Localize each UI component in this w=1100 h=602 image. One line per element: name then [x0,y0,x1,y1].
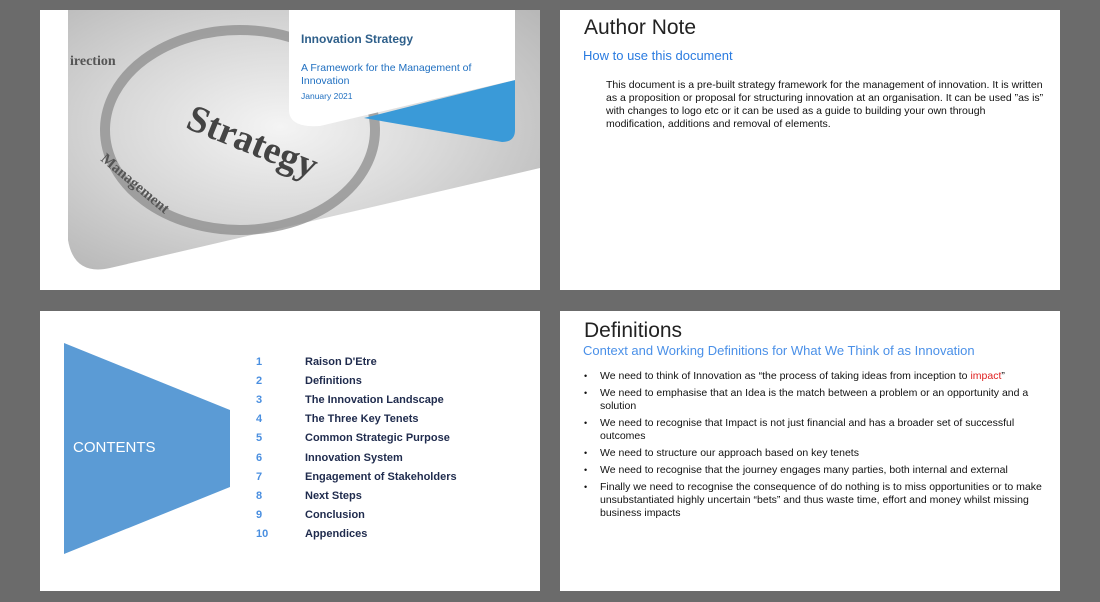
magnifying-glass-photo: Strategy irection Management [68,10,540,270]
contents-number: 4 [256,413,263,426]
bullet-item: We need to emphasise that an Idea is the… [582,387,1042,413]
bullet-list: We need to think of Innovation as “the p… [582,370,1042,524]
slide-title: Definitions [584,319,683,342]
bullet-item: We need to think of Innovation as “the p… [582,370,1042,383]
contents-number: 10 [256,527,269,540]
contents-label: CONTENTS [73,439,156,456]
contents-number: 5 [256,432,263,445]
contents-number: 1 [256,356,263,368]
slide-subtitle: How to use this document [583,48,733,63]
contents-label: Common Strategic Purpose [305,432,450,445]
bullet-item: We need to recognise that Impact is not … [582,417,1042,443]
slide-thumbnail-1[interactable]: Strategy irection Management Innovation … [40,10,540,290]
bullet-item: We need to structure our approach based … [582,447,1042,460]
highlight-text: impact [970,370,1002,382]
slide-body-text: This document is a pre-built strategy fr… [606,79,1044,130]
contents-number: 2 [256,375,263,388]
contents-label: Engagement of Stakeholders [305,470,457,483]
contents-label: Raison D'Etre [305,356,377,368]
slide-title: Innovation Strategy [301,32,414,46]
bullet-item: Finally we need to recognise the consequ… [582,481,1042,520]
contents-label: The Three Key Tenets [305,413,419,426]
contents-number: 8 [256,489,263,502]
contents-label: Conclusion [305,508,365,521]
contents-label: Appendices [305,527,368,540]
contents-number: 7 [256,470,263,483]
contents-label: The Innovation Landscape [305,394,444,407]
slide-thumbnail-4[interactable]: Definitions Context and Working Definiti… [560,311,1060,591]
slide-date: January 2021 [301,91,353,101]
contents-number: 6 [256,451,263,464]
contents-label: Innovation System [305,451,403,464]
slide-subtitle: Context and Working Definitions for What… [583,343,975,358]
bullet-item: We need to recognise that the journey en… [582,464,1042,477]
slide-thumbnail-2[interactable]: Author Note How to use this document Thi… [560,10,1060,290]
slide-subtitle: A Framework for the Management of Innova… [301,62,472,87]
slide-thumbnail-3[interactable]: CONTENTS 1 Raison D'Etre 2 Definitions 3 The … [40,311,540,591]
slide-title: Author Note [584,16,697,39]
contents-number: 9 [256,508,263,521]
contents-label: Definitions [305,375,362,388]
svg-text:irection: irection [70,54,116,69]
contents-label: Next Steps [305,489,362,502]
contents-number: 3 [256,394,263,407]
